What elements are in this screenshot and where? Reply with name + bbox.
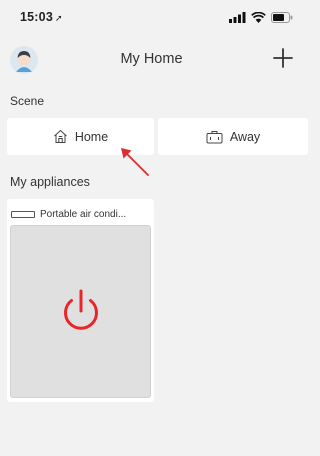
appliances-section-label: My appliances bbox=[10, 175, 90, 189]
scene-away-label: Away bbox=[229, 129, 261, 144]
power-icon[interactable] bbox=[59, 287, 103, 337]
air-conditioner-icon bbox=[11, 210, 35, 218]
status-time: 15:03 bbox=[20, 10, 53, 24]
status-bar: 15:03 ➚ bbox=[0, 0, 303, 34]
scene-away-button[interactable]: Away bbox=[158, 118, 308, 155]
house-icon bbox=[53, 129, 67, 143]
appliance-control-panel[interactable] bbox=[10, 225, 151, 398]
appliance-header: Portable air condi... bbox=[11, 207, 150, 221]
battery-icon bbox=[271, 11, 293, 23]
location-arrow-icon: ➚ bbox=[54, 13, 63, 23]
wifi-icon bbox=[251, 11, 266, 23]
scene-section-label: Scene bbox=[10, 94, 45, 108]
suitcase-icon bbox=[206, 130, 223, 143]
plus-icon[interactable] bbox=[270, 45, 296, 71]
nav-bar: My Home bbox=[0, 42, 303, 78]
scene-home-label: Home bbox=[74, 129, 109, 144]
status-icons bbox=[229, 11, 293, 23]
page-title: My Home bbox=[120, 51, 183, 67]
signal-icon bbox=[229, 11, 246, 23]
appliance-card[interactable]: Portable air condi... bbox=[7, 199, 154, 402]
annotation-arrow-icon bbox=[121, 148, 149, 176]
appliance-name: Portable air condi... bbox=[40, 208, 127, 220]
